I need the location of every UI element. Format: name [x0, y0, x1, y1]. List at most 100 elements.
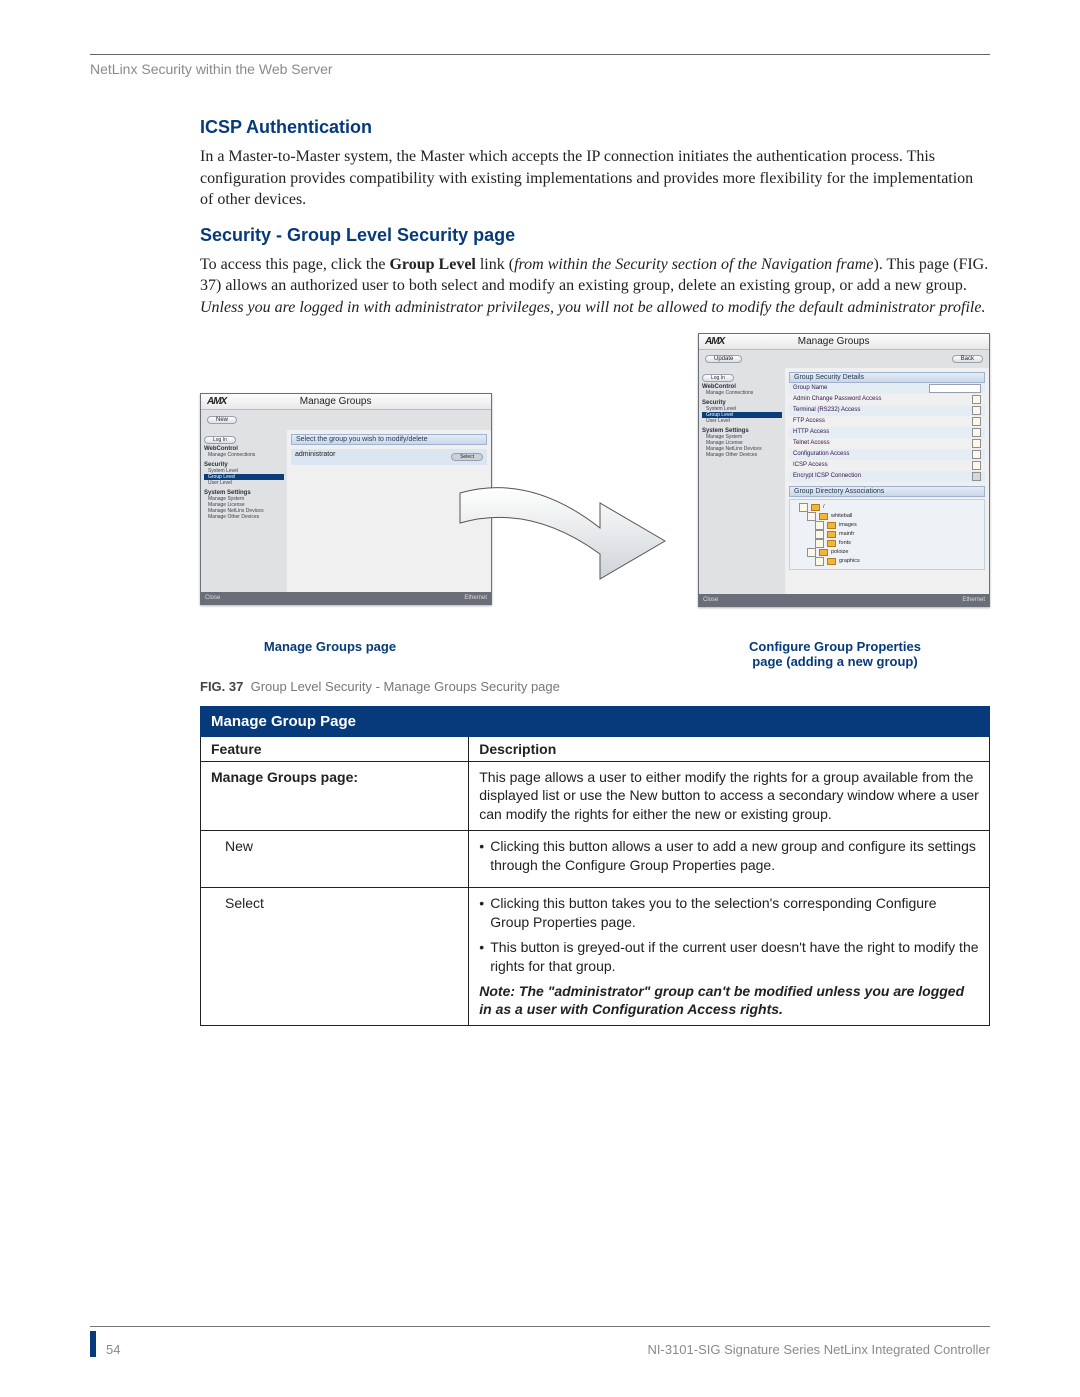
page: NetLinx Security within the Web Server I… — [0, 0, 1080, 1397]
status-close-2[interactable]: Close — [703, 597, 718, 603]
chk-encrypt[interactable] — [972, 472, 981, 481]
chk-a[interactable] — [807, 512, 816, 521]
nav2-manage-connections[interactable]: Manage Connections — [702, 390, 782, 396]
group-row: administrator Select — [291, 449, 487, 465]
folder-icon — [819, 549, 828, 556]
tree-root[interactable]: / — [823, 504, 825, 510]
screenshot-left-window: AMX Manage Groups New Log In WebControl … — [200, 393, 492, 605]
folder-icon — [827, 522, 836, 529]
right-sidebar: Log In WebControl Manage Connections Sec… — [699, 368, 785, 607]
row2-desc-text: Clicking this button allows a user to ad… — [490, 837, 979, 875]
left-titlebar: AMX Manage Groups — [201, 394, 491, 410]
row3-note: Note: The "administrator" group can't be… — [479, 982, 979, 1020]
tree-d[interactable]: fonts — [839, 540, 851, 546]
dir-header: Group Directory Associations — [789, 486, 985, 497]
footer-accent-bar — [90, 1331, 96, 1357]
para-sec-b: Group Level — [389, 256, 475, 273]
select-button[interactable]: Select — [451, 453, 483, 461]
chk-http[interactable] — [972, 428, 981, 437]
nav2-user-level[interactable]: User Level — [702, 418, 782, 424]
folder-icon — [827, 540, 836, 547]
screenshot-right-window: AMX Manage Groups Update Back Log In Web… — [698, 333, 990, 607]
tree-a[interactable]: whiteball — [831, 513, 852, 519]
chk-terminal[interactable] — [972, 406, 981, 415]
page-number-block: 54 — [90, 1331, 120, 1357]
lbl-admin-change: Admin Change Password Access — [793, 396, 972, 402]
lbl-terminal: Terminal (RS232) Access — [793, 407, 972, 413]
tree-f[interactable]: graphics — [839, 558, 860, 564]
chk-c[interactable] — [815, 530, 824, 539]
status-ethernet-2: Ethernet — [962, 597, 985, 603]
left-sidebar: Log In WebControl Manage Connections Sec… — [201, 430, 287, 605]
input-group-name[interactable] — [929, 384, 981, 393]
left-toolbar: New — [201, 410, 491, 430]
chk-root[interactable] — [799, 503, 808, 512]
para-sec-f: Unless you are logged in with administra… — [200, 299, 985, 316]
para-sec-a: To access this page, click the — [200, 256, 389, 273]
chk-telnet[interactable] — [972, 439, 981, 448]
para-sec-d: from within the Security section of the … — [514, 256, 873, 273]
tree-b[interactable]: images — [839, 522, 857, 528]
col-feature: Feature — [201, 736, 469, 761]
chk-e[interactable] — [807, 548, 816, 557]
folder-icon — [811, 504, 820, 511]
lbl-telnet: Telnet Access — [793, 440, 972, 446]
arrow-icon — [450, 483, 670, 603]
chk-f[interactable] — [815, 557, 824, 566]
tree-c[interactable]: mainfr — [839, 531, 854, 537]
group-name: administrator — [295, 451, 335, 463]
row3-desc-2: This button is greyed-out if the current… — [490, 938, 979, 976]
update-button[interactable]: Update — [705, 355, 742, 363]
figure-37: AMX Manage Groups New Log In WebControl … — [200, 333, 990, 633]
folder-icon — [819, 513, 828, 520]
tree-e[interactable]: poloize — [831, 549, 848, 555]
row1-feature: Manage Groups page: — [201, 761, 469, 831]
details-header: Group Security Details — [789, 372, 985, 383]
chk-admin-change[interactable] — [972, 395, 981, 404]
lbl-http: HTTP Access — [793, 429, 972, 435]
left-instruction: Select the group you wish to modify/dele… — [291, 434, 487, 445]
caption-left: Manage Groups page — [200, 639, 460, 669]
left-title: Manage Groups — [300, 396, 372, 407]
para-security: To access this page, click the Group Lev… — [200, 254, 990, 319]
content-column: ICSP Authentication In a Master-to-Maste… — [200, 117, 990, 1026]
right-title: Manage Groups — [798, 336, 870, 347]
lbl-group-name: Group Name — [793, 385, 929, 391]
chk-b[interactable] — [815, 521, 824, 530]
nav2-manage-other[interactable]: Manage Other Devices — [702, 452, 782, 458]
manual-title: NI-3101-SIG Signature Series NetLinx Int… — [647, 1342, 990, 1357]
login-button-2[interactable]: Log In — [702, 374, 734, 382]
para-sec-c: link ( — [476, 256, 514, 273]
chk-config[interactable] — [972, 450, 981, 459]
folder-icon — [827, 558, 836, 565]
back-button[interactable]: Back — [952, 355, 983, 363]
chk-icsp[interactable] — [972, 461, 981, 470]
row3-feature: Select — [201, 888, 469, 1026]
manage-group-table: Manage Group Page Feature Description Ma… — [200, 706, 990, 1027]
page-footer: 54 NI-3101-SIG Signature Series NetLinx … — [90, 1331, 990, 1357]
col-description: Description — [469, 736, 990, 761]
login-button[interactable]: Log In — [204, 436, 236, 444]
running-head: NetLinx Security within the Web Server — [90, 61, 990, 77]
right-titlebar: AMX Manage Groups — [699, 334, 989, 350]
chk-d[interactable] — [815, 539, 824, 548]
row1-desc-text: This page allows a user to either modify… — [479, 769, 979, 823]
nav-manage-connections[interactable]: Manage Connections — [204, 452, 284, 458]
page-number: 54 — [106, 1342, 120, 1357]
status-close[interactable]: Close — [205, 595, 220, 601]
chk-ftp[interactable] — [972, 417, 981, 426]
new-button[interactable]: New — [207, 416, 237, 424]
amx-logo-2: AMX — [705, 336, 724, 347]
lbl-encrypt: Encrypt ICSP Connection — [793, 473, 972, 479]
footer-rule — [90, 1326, 990, 1327]
figure-text: Group Level Security - Manage Groups Sec… — [251, 679, 560, 694]
right-main-panel: Group Security Details Group Name Admin … — [785, 368, 989, 607]
nav-manage-other[interactable]: Manage Other Devices — [204, 514, 284, 520]
lbl-ftp: FTP Access — [793, 418, 972, 424]
nav-user-level[interactable]: User Level — [204, 480, 284, 486]
heading-icsp: ICSP Authentication — [200, 117, 990, 138]
figure-captions: Manage Groups page Configure Group Prope… — [200, 639, 990, 669]
heading-security: Security - Group Level Security page — [200, 225, 990, 246]
caption-right-2: page (adding a new group) — [752, 654, 917, 669]
para-icsp: In a Master-to-Master system, the Master… — [200, 146, 990, 211]
